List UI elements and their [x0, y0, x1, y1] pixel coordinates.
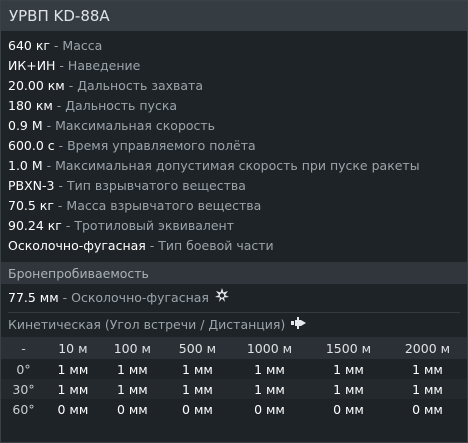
he-penetration-label: Осколочно-фугасная	[71, 290, 209, 305]
stat-row-guidance: ИК+ИН - Наведение	[8, 56, 467, 76]
table-cell: 0 мм	[412, 401, 443, 417]
armor-penetration-header: Бронепробиваемость	[1, 262, 467, 284]
stat-separator: -	[61, 218, 75, 233]
stat-label: Максимальная допустимая скорость при пус…	[55, 158, 420, 173]
panel-title: УРВП KD-88A	[1, 1, 467, 31]
stat-value: 70.5 кг	[8, 198, 54, 213]
stat-label: Тротиловый эквивалент	[74, 218, 235, 233]
stat-label: Масса	[62, 38, 103, 53]
table-cell: 1 мм	[182, 361, 213, 377]
shell-icon	[291, 313, 307, 337]
table-cell: 1 мм	[57, 381, 89, 397]
stat-label: Наведение	[67, 58, 141, 73]
stat-separator: -	[52, 98, 66, 113]
stat-separator: -	[49, 38, 63, 53]
stat-label: Дальность захвата	[77, 78, 203, 93]
table-header-cell: 100 м	[113, 340, 151, 356]
stat-separator: -	[64, 78, 78, 93]
table-cell: 1 мм	[116, 381, 148, 397]
table-header-cell: 1500 м	[325, 340, 372, 356]
stat-value: ИК+ИН	[8, 58, 56, 73]
weapon-info-panel: УРВП KD-88A 640 кг - Масса ИК+ИН - Навед…	[0, 0, 468, 443]
stat-row-tnt-equivalent: 90.24 кг - Тротиловый эквивалент	[8, 216, 467, 236]
he-penetration-row: 77.5 мм - Осколочно-фугасная	[1, 284, 467, 312]
he-penetration-value: 77.5 мм	[8, 290, 59, 305]
table-cell: 1 мм	[254, 361, 285, 377]
kinetic-penetration-table: - 10 м 100 м 500 м 1000 м 1500 м 2000 м …	[1, 337, 467, 419]
kinetic-title: Кинетическая (Угол встречи / Дистанция)	[8, 317, 286, 332]
table-cell: 1 мм	[116, 361, 148, 377]
stat-row-explosive-mass: 70.5 кг - Масса взрывчатого вещества	[8, 196, 467, 216]
stat-label: Максимальная скорость	[55, 118, 216, 133]
table-header-cell: 10 м	[58, 340, 88, 356]
stat-value: 600.0 с	[8, 138, 55, 153]
stat-row-max-launch-speed: 1.0 М - Максимальная допустимая скорость…	[8, 156, 467, 176]
stat-separator: -	[54, 178, 67, 193]
stat-value: 0.9 М	[8, 118, 43, 133]
table-cell: 1 мм	[182, 381, 213, 397]
stat-label: Дальность пуска	[65, 98, 178, 113]
stat-row-lock-range: 20.00 км - Дальность захвата	[8, 76, 467, 96]
stat-value: 1.0 М	[8, 158, 43, 173]
angle-cell: 30°	[12, 381, 35, 397]
stat-value: 640 кг	[8, 38, 50, 53]
weapon-title: УРВП KD-88A	[9, 7, 110, 25]
table-cell: 1 мм	[57, 361, 89, 377]
stats-list: 640 кг - Масса ИК+ИН - Наведение 20.00 к…	[1, 31, 467, 256]
stat-value: 20.00 км	[8, 78, 65, 93]
table-row: 30° 1 мм 1 мм 1 мм 1 мм 1 мм 1 мм	[1, 379, 467, 399]
stat-label: Тип боевой части	[158, 238, 274, 253]
table-cell: 1 мм	[333, 381, 364, 397]
stat-value: 180 км	[8, 98, 53, 113]
stat-label: Время управляемого полёта	[67, 138, 256, 153]
stat-separator: -	[42, 158, 56, 173]
stat-row-launch-range: 180 км - Дальность пуска	[8, 96, 467, 116]
stat-separator: -	[54, 138, 68, 153]
armor-penetration-title: Бронепробиваемость	[8, 265, 149, 281]
table-cell: 0 мм	[57, 401, 89, 417]
explosion-icon	[214, 284, 229, 312]
kinetic-penetration-header: Кинетическая (Угол встречи / Дистанция)	[1, 313, 467, 337]
table-cell: 0 мм	[182, 401, 213, 417]
stat-separator: -	[53, 198, 67, 213]
table-row: 0° 1 мм 1 мм 1 мм 1 мм 1 мм 1 мм	[1, 359, 467, 379]
stat-separator: -	[55, 58, 68, 73]
table-header-cell: 2000 м	[404, 340, 451, 356]
table-cell: 0 мм	[333, 401, 364, 417]
stat-separator: -	[42, 118, 56, 133]
table-cell: 0 мм	[254, 401, 285, 417]
table-header-cell: 1000 м	[246, 340, 293, 356]
stat-value: Осколочно-фугасная	[8, 238, 146, 253]
stat-row-warhead-type: Осколочно-фугасная - Тип боевой части	[8, 236, 467, 256]
stat-label: Масса взрывчатого вещества	[66, 198, 262, 213]
stat-row-mass: 640 кг - Масса	[8, 36, 467, 56]
stat-value: 90.24 кг	[8, 218, 62, 233]
stat-row-explosive-type: PBXN-3 - Тип взрывчатого вещества	[8, 176, 467, 196]
table-cell: 1 мм	[412, 381, 443, 397]
table-header-row: - 10 м 100 м 500 м 1000 м 1500 м 2000 м	[1, 337, 467, 359]
angle-cell: 0°	[16, 361, 31, 377]
table-cell: 1 мм	[254, 381, 285, 397]
stat-row-flight-time: 600.0 с - Время управляемого полёта	[8, 136, 467, 156]
table-cell: 0 мм	[116, 401, 148, 417]
angle-cell: 60°	[12, 401, 35, 417]
table-cell: 1 мм	[333, 361, 364, 377]
table-cell: 1 мм	[412, 361, 443, 377]
stat-value: PBXN-3	[8, 178, 55, 193]
stat-label: Тип взрывчатого вещества	[66, 178, 246, 193]
table-header-cell: 500 м	[178, 340, 217, 356]
stat-separator: -	[145, 238, 159, 253]
table-row: 60° 0 мм 0 мм 0 мм 0 мм 0 мм 0 мм	[1, 399, 467, 419]
table-header-cell: -	[21, 340, 26, 356]
stat-separator: -	[58, 290, 72, 305]
stat-row-max-speed: 0.9 М - Максимальная скорость	[8, 116, 467, 136]
